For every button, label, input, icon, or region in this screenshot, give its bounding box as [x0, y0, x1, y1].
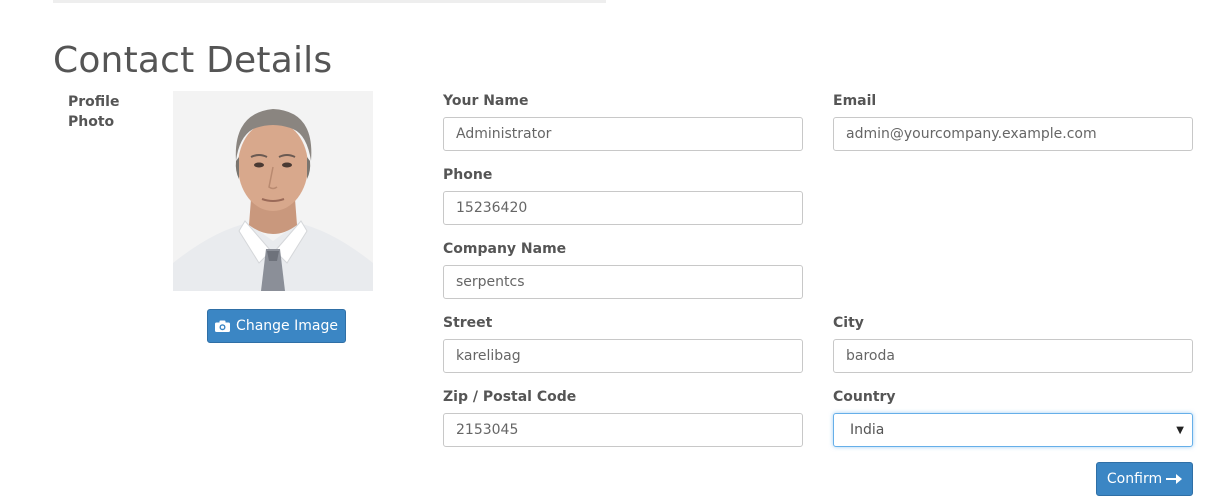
- your-name-input[interactable]: Administrator: [443, 117, 803, 151]
- zip-label: Zip / Postal Code: [443, 389, 577, 405]
- company-name-input[interactable]: serpentcs: [443, 265, 803, 299]
- city-label: City: [833, 315, 864, 331]
- country-label: Country: [833, 389, 896, 405]
- profile-photo-label: Profile Photo: [68, 94, 120, 130]
- profile-photo-image: [173, 91, 373, 291]
- caret-down-icon: ▼: [1176, 424, 1184, 436]
- change-image-button[interactable]: Change Image: [207, 309, 346, 343]
- arrow-right-icon: [1166, 474, 1183, 484]
- street-label: Street: [443, 315, 493, 331]
- country-selected-value: India: [850, 422, 885, 438]
- confirm-button[interactable]: Confirm: [1096, 462, 1193, 496]
- phone-label: Phone: [443, 167, 493, 183]
- confirm-label: Confirm: [1106, 471, 1163, 487]
- company-name-label: Company Name: [443, 241, 567, 257]
- street-input[interactable]: karelibag: [443, 339, 803, 373]
- phone-input[interactable]: 15236420: [443, 191, 803, 225]
- your-name-label: Your Name: [443, 93, 529, 109]
- country-select[interactable]: India ▼: [833, 413, 1193, 447]
- email-input[interactable]: admin@yourcompany.example.com: [833, 117, 1193, 151]
- camera-icon: [215, 320, 231, 332]
- change-image-label: Change Image: [236, 318, 338, 334]
- zip-input[interactable]: 2153045: [443, 413, 803, 447]
- email-label: Email: [833, 93, 877, 109]
- top-divider: [53, 0, 606, 3]
- profile-photo: [173, 91, 373, 291]
- city-input[interactable]: baroda: [833, 339, 1193, 373]
- page-title: Contact Details: [53, 40, 333, 81]
